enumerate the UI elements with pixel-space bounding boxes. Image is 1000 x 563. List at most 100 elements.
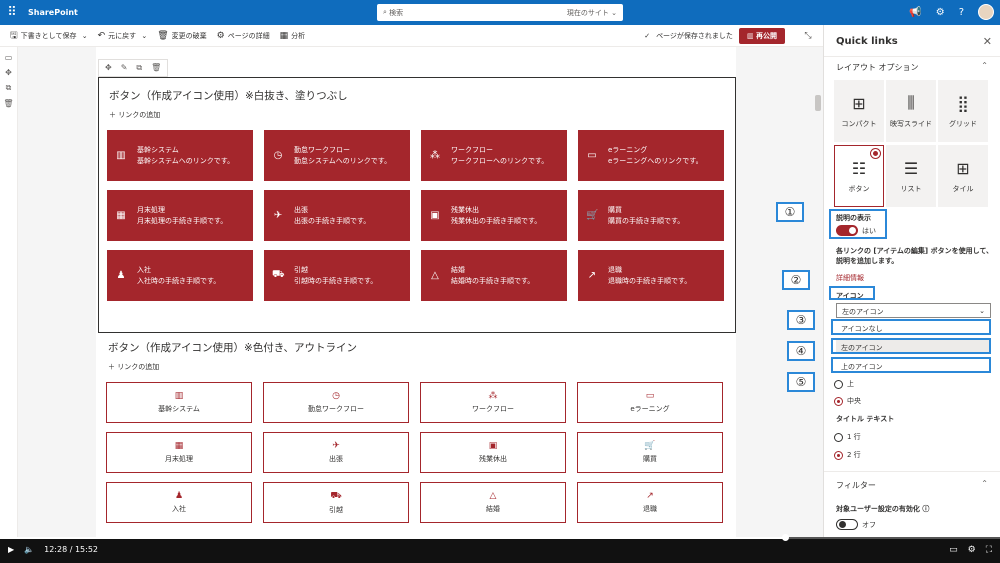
collapse-icon[interactable]: ⤡ xyxy=(799,27,817,45)
quick-link-card[interactable]: ◷ 勤怠ワークフロー xyxy=(263,382,409,423)
pane-title: Quick links xyxy=(836,36,898,47)
avatar[interactable] xyxy=(978,4,994,20)
icon-dropdown[interactable]: 左のアイコン ⌄ xyxy=(836,303,991,318)
link-description: ワークフローへのリンクです。 xyxy=(451,156,549,165)
description-help: 各リンクの [アイテムの編集] ボタンを使用して、説明を追加します。 xyxy=(836,247,994,265)
discard-button[interactable]: 🗑 変更の破棄 xyxy=(157,31,206,41)
filter-section-header[interactable]: フィルター xyxy=(836,480,876,491)
scrollbar[interactable] xyxy=(815,95,821,111)
copy-icon[interactable]: ⧉ xyxy=(6,83,12,93)
link-title: 基幹システム xyxy=(137,145,179,154)
align-center-option[interactable]: 中央 xyxy=(834,396,861,406)
analytics-button[interactable]: ▦ 分析 xyxy=(280,31,306,41)
layout-filmstrip[interactable]: ⫼ 映写スライド xyxy=(886,80,936,142)
captions-icon[interactable]: ▭ xyxy=(949,545,958,555)
quick-link-card[interactable]: △ 結婚 結婚時の手続き手順です。 xyxy=(421,250,567,301)
copy-icon[interactable]: ⧉ xyxy=(136,63,142,73)
fullscreen-icon[interactable]: ⛶ xyxy=(986,545,992,555)
quick-link-card[interactable]: ✈ 出張 xyxy=(263,432,409,473)
layout-section-header[interactable]: レイアウト オプション xyxy=(836,62,919,73)
add-link-button[interactable]: ＋ リンクの追加 xyxy=(108,362,159,372)
volume-icon[interactable]: 🔈 xyxy=(24,545,34,554)
link-description: 結婚時の手続き手順です。 xyxy=(451,276,535,285)
link-title: 月末処理 xyxy=(137,205,165,214)
progress-handle[interactable] xyxy=(782,534,789,541)
close-icon[interactable]: ✕ xyxy=(983,35,992,48)
move-icon[interactable]: ✥ xyxy=(105,63,112,73)
quick-link-card[interactable]: ♟ 入社 入社時の手続き手順です。 xyxy=(107,250,253,301)
audience-toggle[interactable] xyxy=(836,519,858,530)
play-icon[interactable]: ▶ xyxy=(8,545,14,554)
layout-list[interactable]: ☰ リスト xyxy=(886,145,936,207)
radio-button[interactable] xyxy=(834,396,843,406)
app-launcher-icon[interactable]: ⠿ xyxy=(0,0,24,25)
details-link[interactable]: 詳細情報 xyxy=(836,273,864,283)
layout-tile[interactable]: ⊞ タイル xyxy=(938,145,988,207)
quick-link-card[interactable]: 🛒 購買 xyxy=(577,432,723,473)
quick-links-filled[interactable]: ボタン（作成アイコン使用）※白抜き、塗りつぶし ＋ リンクの追加 ▥ 基幹システム… xyxy=(98,77,736,333)
callout-box xyxy=(829,286,875,300)
edit-icon[interactable]: ✎ xyxy=(121,63,128,73)
link-title: 出張 xyxy=(294,205,308,214)
layout-button[interactable]: ☷ ボタン xyxy=(834,145,884,207)
chevron-up-icon[interactable]: ⌃ xyxy=(981,61,988,70)
chevron-up-icon[interactable]: ⌃ xyxy=(981,479,988,488)
link-icon: ⛟ xyxy=(330,490,342,501)
settings-icon[interactable]: ⚙ xyxy=(968,545,976,555)
add-link-button[interactable]: ＋ リンクの追加 xyxy=(109,110,160,120)
title-2-line-option[interactable]: 2 行 xyxy=(834,450,861,460)
delete-icon[interactable]: 🗑 xyxy=(3,99,13,108)
link-icon: ▥ xyxy=(174,391,184,401)
app-name[interactable]: SharePoint xyxy=(28,8,78,17)
quick-link-card[interactable]: ▭ eラーニング xyxy=(577,382,723,423)
megaphone-icon[interactable]: 📢 xyxy=(909,7,921,18)
quick-link-card[interactable]: ⛟ 引越 xyxy=(263,482,409,523)
quick-link-card[interactable]: ◷ 勤怠ワークフロー 勤怠システムへのリンクです。 xyxy=(264,130,410,181)
quick-link-card[interactable]: ↗ 退職 xyxy=(577,482,723,523)
search-scope[interactable]: 現在のサイト ⌄ xyxy=(567,8,617,18)
move-icon[interactable]: ✥ xyxy=(5,68,12,77)
quick-link-card[interactable]: △ 結婚 xyxy=(420,482,566,523)
radio-button[interactable] xyxy=(834,379,843,389)
republish-button[interactable]: ▥ 再公開 xyxy=(738,28,785,44)
quick-link-card[interactable]: ▣ 残業休出 xyxy=(420,432,566,473)
title-1-line-option[interactable]: 1 行 xyxy=(834,432,861,442)
link-description: 退職時の手続き手順です。 xyxy=(608,276,692,285)
quick-link-card[interactable]: ▦ 月末処理 月末処理の手続き手順です。 xyxy=(107,190,253,241)
gear-icon[interactable]: ⚙ xyxy=(936,7,945,18)
quick-link-card[interactable]: ⁂ ワークフロー ワークフローへのリンクです。 xyxy=(421,130,567,181)
link-icon: ↗ xyxy=(587,270,597,281)
chevron-down-icon[interactable]: ⌄ xyxy=(139,32,147,40)
quick-link-card[interactable]: ⛟ 引越 引越時の手続き手順です。 xyxy=(264,250,410,301)
quick-link-card[interactable]: ▥ 基幹システム 基幹システムへのリンクです。 xyxy=(107,130,253,181)
chevron-down-icon[interactable]: ⌄ xyxy=(79,32,88,40)
quick-link-card[interactable]: ▥ 基幹システム xyxy=(106,382,252,423)
page-details-button[interactable]: ⚙ ページの詳細 xyxy=(217,31,270,41)
link-description: 入社時の手続き手順です。 xyxy=(137,276,221,285)
align-top-option[interactable]: 上 xyxy=(834,379,854,389)
quick-link-card[interactable]: ♟ 入社 xyxy=(106,482,252,523)
delete-icon[interactable]: 🗑 xyxy=(151,63,161,73)
undo-button[interactable]: ↶ 元に戻す ⌄ xyxy=(98,31,148,41)
filmstrip-icon: ⫼ xyxy=(907,93,915,112)
grid-icon: ⣿ xyxy=(957,93,969,113)
comment-icon[interactable]: ▭ xyxy=(5,53,13,62)
radio-button[interactable] xyxy=(834,432,843,442)
quick-link-card[interactable]: ▭ eラーニング eラーニングへのリンクです。 xyxy=(578,130,724,181)
quick-link-card[interactable]: ⁂ ワークフロー xyxy=(420,382,566,423)
quick-link-card[interactable]: ▦ 月末処理 xyxy=(106,432,252,473)
link-title: 残業休出 xyxy=(479,455,507,463)
info-icon[interactable]: ⓘ xyxy=(922,505,929,513)
quick-link-card[interactable]: ↗ 退職 退職時の手続き手順です。 xyxy=(578,250,724,301)
video-progress[interactable] xyxy=(0,534,1000,541)
radio-button[interactable] xyxy=(834,450,843,460)
layout-compact[interactable]: ⊞ コンパクト xyxy=(834,80,884,142)
quick-link-card[interactable]: ▣ 残業休出 残業休出の手続き手順です。 xyxy=(421,190,567,241)
quick-link-card[interactable]: 🛒 購買 購買の手続き手順です。 xyxy=(578,190,724,241)
save-draft-button[interactable]: 🖫 下書きとして保存 ⌄ xyxy=(10,28,88,44)
search-box[interactable]: ⌕ 検索 現在のサイト ⌄ xyxy=(377,4,623,21)
help-icon[interactable]: ? xyxy=(959,7,964,18)
quick-link-card[interactable]: ✈ 出張 出張の手続き手順です。 xyxy=(264,190,410,241)
layout-grid[interactable]: ⣿ グリッド xyxy=(938,80,988,142)
link-icon: ▦ xyxy=(174,441,184,451)
